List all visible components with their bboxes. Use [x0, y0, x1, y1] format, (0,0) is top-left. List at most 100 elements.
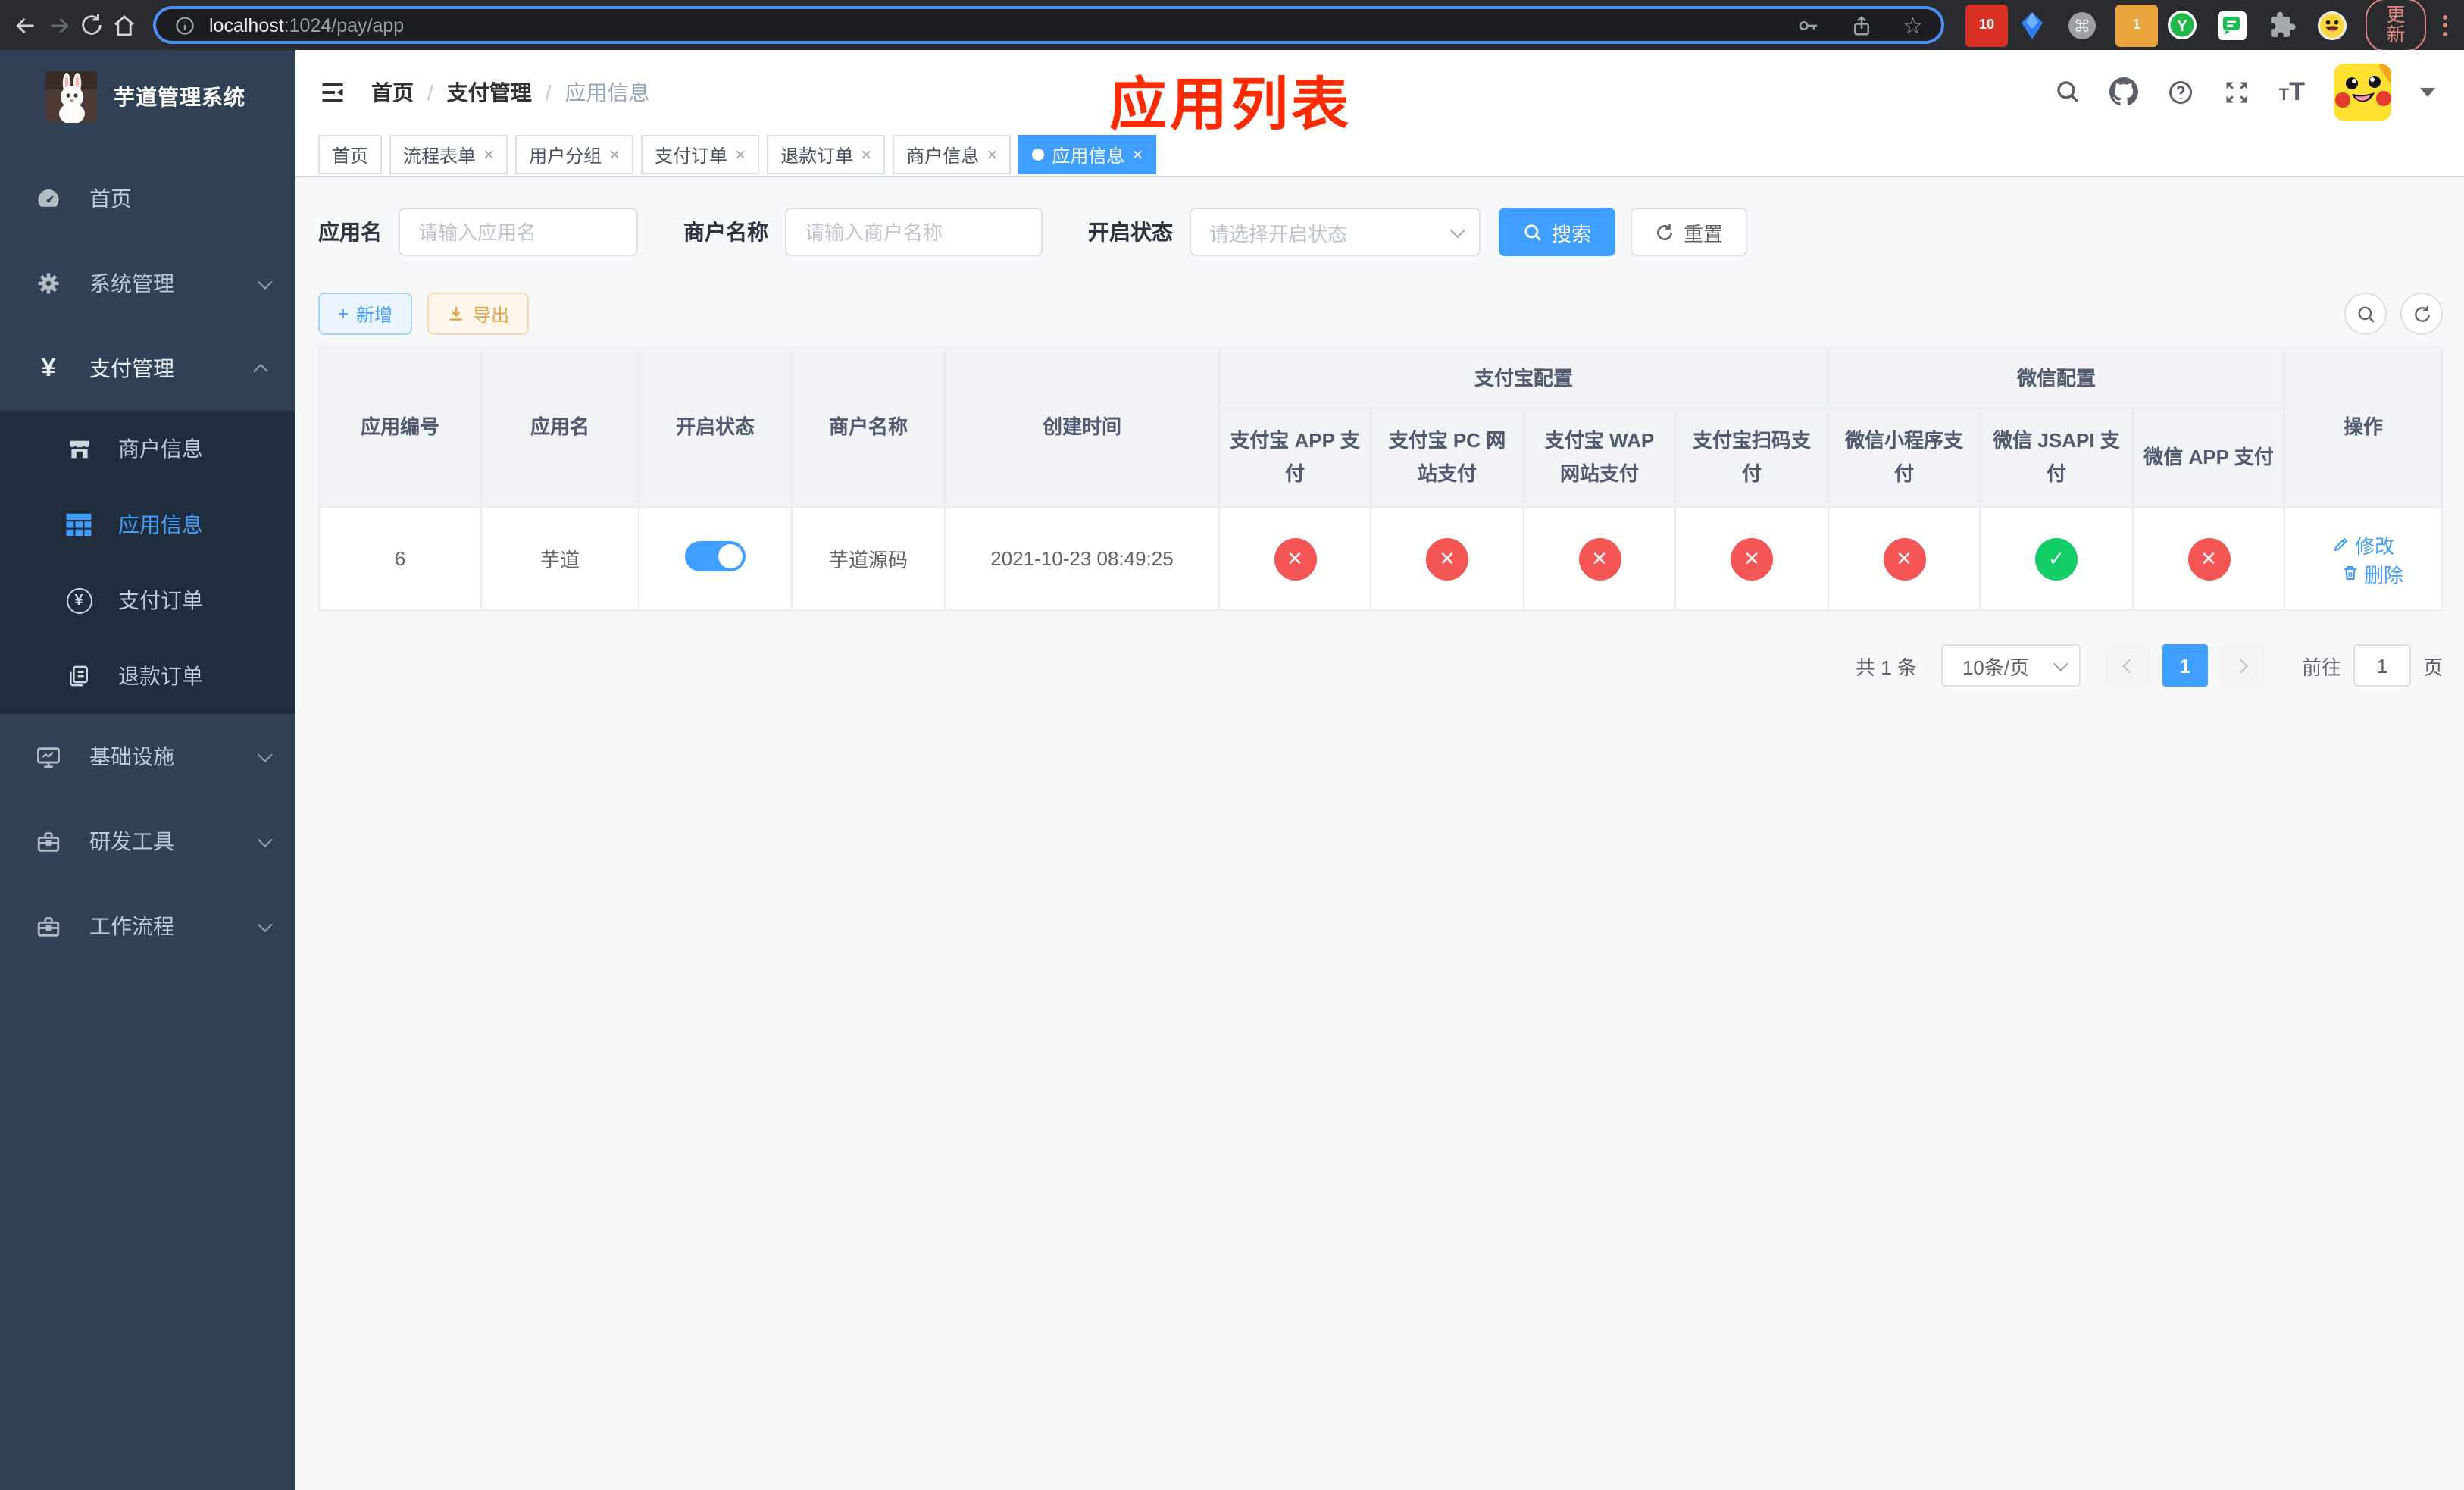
page-annotation-title: 应用列表 [1109, 74, 1352, 138]
sidebar-item-refund-orders[interactable]: 退款订单 [0, 638, 295, 714]
breadcrumb-payment[interactable]: 支付管理 [447, 77, 532, 107]
forward-button[interactable] [45, 7, 73, 43]
share-icon [1853, 15, 1869, 35]
export-button[interactable]: 导出 [427, 293, 530, 335]
refresh-icon [2414, 305, 2429, 321]
close-icon[interactable]: × [609, 146, 620, 164]
search-icon [1524, 224, 1541, 240]
reload-button[interactable] [79, 7, 105, 43]
chevron-down-icon [257, 916, 273, 932]
close-icon[interactable]: × [735, 146, 746, 164]
sidebar-item-payment[interactable]: ¥ 支付管理 [0, 326, 295, 411]
status-toggle[interactable] [685, 541, 746, 571]
sidebar-menu: 首页 系统管理 ¥ 支付管理 商户信息 应用信息 ¥ 支付订单 退款订单 基础设… [0, 156, 295, 969]
total-count: 共 1 条 [1856, 656, 1917, 678]
bookmark-star-icon[interactable]: ☆ [1903, 11, 1923, 39]
tab-pay-orders[interactable]: 支付订单 × [641, 135, 760, 174]
sidebar-item-pay-orders[interactable]: ¥ 支付订单 [0, 562, 295, 638]
extension-chat-icon[interactable] [2217, 10, 2247, 40]
payment-submenu: 商户信息 应用信息 ¥ 支付订单 退款订单 [0, 411, 295, 714]
site-info-icon[interactable] [174, 14, 195, 36]
user-menu-caret-icon[interactable] [2420, 87, 2436, 96]
user-avatar[interactable] [2334, 63, 2392, 121]
sidebar-item-infrastructure[interactable]: 基础设施 [0, 714, 295, 799]
sidebar-item-app-info[interactable]: 应用信息 [0, 487, 295, 562]
browser-update-button[interactable]: 更新 [2366, 0, 2427, 52]
back-button[interactable] [12, 7, 39, 43]
tab-refund-orders[interactable]: 退款订单 × [767, 135, 886, 174]
url-text: localhost:1024/pay/app [209, 14, 405, 36]
extension-badge: 1 [2115, 4, 2158, 46]
search-icon [2357, 305, 2374, 322]
extension-green-dot-icon[interactable]: 1 [2115, 4, 2158, 46]
chevron-right-icon [2233, 658, 2248, 673]
sidebar-item-label: 退款订单 [118, 664, 203, 688]
browser-menu-button[interactable] [2438, 14, 2452, 36]
font-size-icon[interactable]: TT [2279, 79, 2305, 105]
sidebar-item-label: 应用信息 [118, 512, 203, 537]
breadcrumb-home[interactable]: 首页 [371, 77, 414, 107]
extension-gem-icon[interactable] [2017, 10, 2047, 40]
toggle-search-button[interactable] [2344, 293, 2387, 335]
add-button[interactable]: + 新增 [318, 293, 413, 335]
tab-process-form[interactable]: 流程表单 × [389, 135, 508, 174]
sidebar-item-label: 支付管理 [89, 356, 174, 380]
page-number-1[interactable]: 1 [2162, 644, 2208, 687]
extension-grid-icon[interactable]: 10 [1965, 4, 2008, 46]
sidebar-item-merchant-info[interactable]: 商户信息 [0, 411, 295, 487]
sidebar-item-system[interactable]: 系统管理 [0, 241, 295, 326]
github-icon[interactable] [2109, 77, 2138, 106]
tab-user-group[interactable]: 用户分组 × [515, 135, 634, 174]
sidebar-item-workflow[interactable]: 工作流程 [0, 884, 295, 969]
sidebar-item-dev-tools[interactable]: 研发工具 [0, 799, 295, 884]
app-name-input[interactable] [399, 208, 638, 256]
extensions-puzzle-icon[interactable] [2267, 10, 2297, 40]
delete-button[interactable]: 删除 [2341, 559, 2403, 587]
app-name-label: 应用名 [318, 220, 382, 244]
profile-emoji-avatar[interactable] [2317, 10, 2347, 40]
collapse-sidebar-button[interactable] [318, 78, 347, 105]
fullscreen-icon[interactable] [2223, 78, 2250, 105]
header-search-button[interactable] [2055, 79, 2081, 105]
url-bar[interactable]: localhost:1024/pay/app ☆ [153, 6, 1944, 44]
home-icon [114, 14, 134, 36]
sidebar-item-home[interactable]: 首页 [0, 156, 295, 241]
sidebar-item-label: 商户信息 [118, 437, 203, 461]
tab-home[interactable]: 首页 [318, 135, 383, 174]
refresh-table-button[interactable] [2400, 293, 2444, 335]
pagination: 共 1 条 10条/页 1 前往 页 [318, 644, 2443, 687]
prev-page-button[interactable] [2104, 644, 2150, 687]
page-suffix-label: 页 [2423, 656, 2444, 678]
col-alipay-wap: 支付宝 WAP 网站支付 [1523, 408, 1676, 508]
next-page-button[interactable] [2219, 644, 2265, 687]
share-button[interactable] [1850, 13, 1872, 37]
cell-merchant: 芋道源码 [791, 506, 946, 611]
search-button[interactable]: 搜索 [1499, 208, 1616, 256]
reset-button[interactable]: 重置 [1631, 208, 1748, 256]
col-status: 开启状态 [638, 347, 793, 508]
status-badge: ✕ [1426, 537, 1468, 580]
close-icon[interactable]: × [483, 146, 494, 164]
password-key-button[interactable] [1795, 13, 1819, 37]
goto-label: 前往 [2301, 656, 2341, 678]
close-icon[interactable]: × [1132, 146, 1143, 164]
home-button[interactable] [111, 7, 138, 43]
col-group-wechat: 微信配置 [1828, 347, 2286, 409]
status-select[interactable]: 请选择开启状态 [1190, 208, 1481, 256]
merchant-name-input[interactable] [785, 208, 1043, 256]
tab-merchant-info[interactable]: 商户信息 × [893, 135, 1012, 174]
edit-button[interactable]: 修改 [2332, 530, 2394, 559]
page-content: 应用名 商户名称 开启状态 请选择开启状态 搜索 [295, 177, 2464, 1490]
edit-pencil-icon [2334, 537, 2348, 552]
extension-command-icon[interactable]: ⌘ [2067, 10, 2097, 40]
sidebar-logo[interactable]: 芋道管理系统 [0, 50, 295, 144]
page-size-select[interactable]: 10条/页 [1940, 644, 2081, 687]
download-icon [450, 307, 463, 321]
close-icon[interactable]: × [861, 146, 871, 164]
close-icon[interactable]: × [987, 146, 997, 164]
plus-icon: + [338, 303, 349, 324]
cell-wx-lite: ✕ [1828, 506, 1981, 611]
goto-page-input[interactable] [2353, 644, 2411, 687]
extension-y-icon[interactable]: Y [2167, 10, 2197, 40]
help-icon[interactable] [2167, 78, 2194, 105]
